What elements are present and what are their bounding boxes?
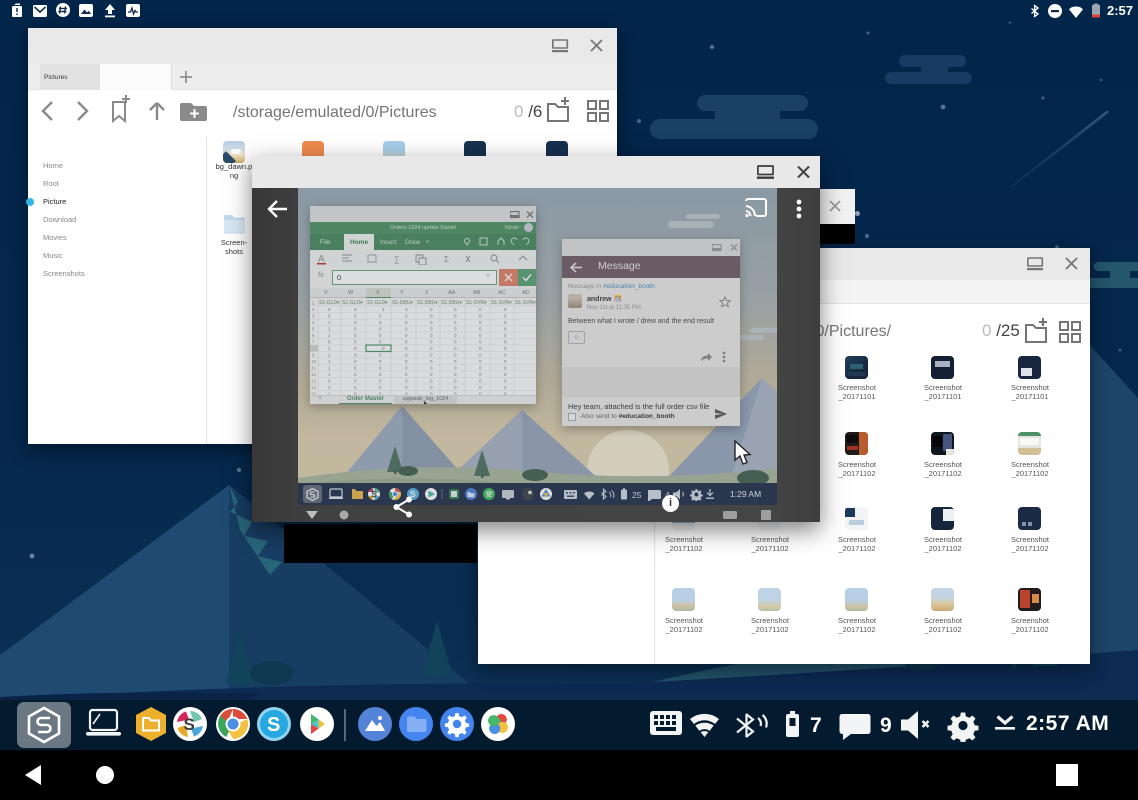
svg-text:9: 9: [880, 714, 892, 737]
svg-text:7: 7: [810, 714, 822, 737]
svg-text:S: S: [184, 715, 195, 734]
svg-text:S: S: [267, 714, 280, 736]
